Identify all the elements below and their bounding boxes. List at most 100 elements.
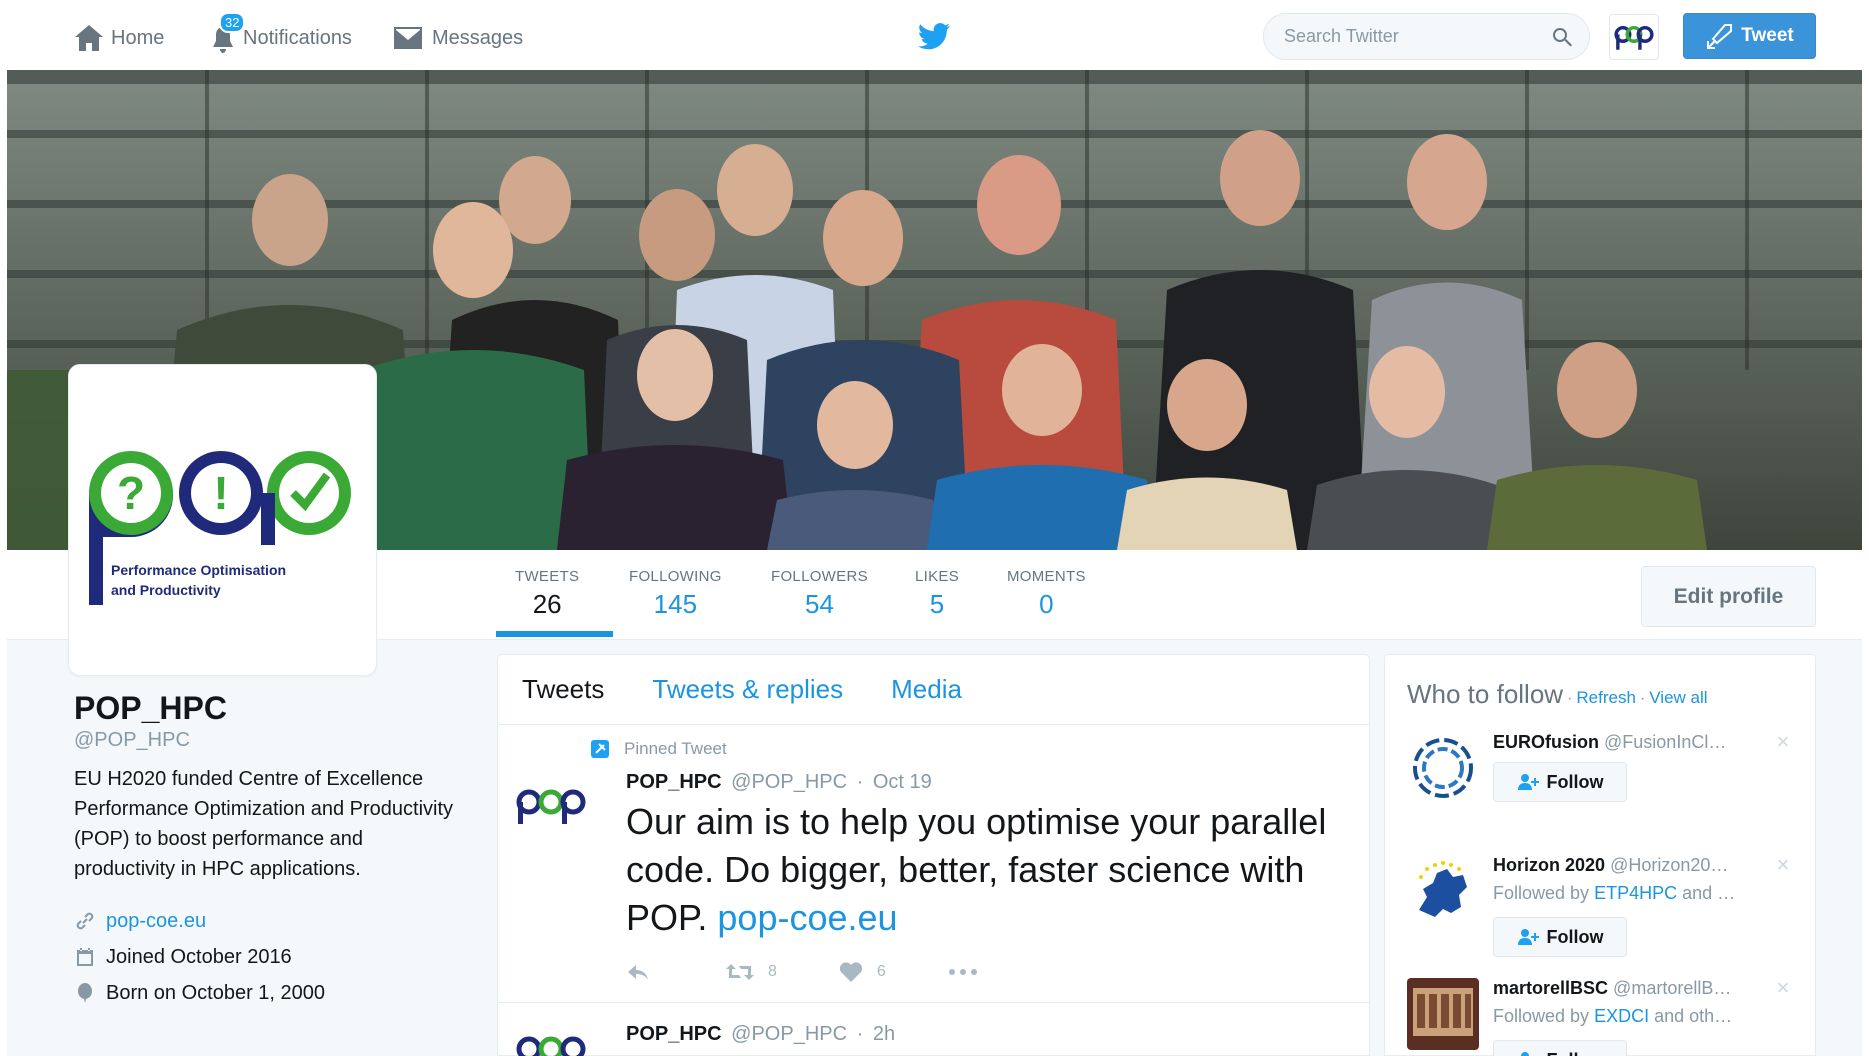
timeline-tweet[interactable]: POP_HPC @POP_HPC · 2h <box>498 1003 1369 1056</box>
stat-following-value: 145 <box>653 589 698 619</box>
profile-website-row: pop-coe.eu <box>74 908 474 934</box>
pop-logo-small <box>1614 25 1654 50</box>
stat-followers-label: FOLLOWERS <box>771 568 868 585</box>
more-dots-icon <box>948 969 977 975</box>
followed-by-suffix: and … <box>1682 883 1736 903</box>
follow-label: Follow <box>1547 1050 1604 1056</box>
retweet-button[interactable]: 8 <box>726 962 777 982</box>
tweet-timestamp[interactable]: Oct 19 <box>873 771 932 793</box>
suggestion-avatar-horizon2020[interactable] <box>1407 855 1479 927</box>
tweet-text: Our aim is to help you optimise your par… <box>626 798 1345 942</box>
stat-followers[interactable]: FOLLOWERS 54 <box>771 568 868 620</box>
profile-name[interactable]: POP_HPC <box>74 690 474 727</box>
search-icon[interactable] <box>1551 26 1573 48</box>
more-button[interactable] <box>948 968 992 976</box>
tweet-author-handle[interactable]: @POP_HPC <box>731 771 847 793</box>
suggestion-handle: @FusionInCl… <box>1604 732 1727 752</box>
tweet-author-avatar[interactable] <box>515 1027 587 1056</box>
tweet-author-name[interactable]: POP_HPC <box>626 1023 722 1045</box>
followed-by-link[interactable]: ETP4HPC <box>1594 883 1677 903</box>
logo-text-line1: Performance Optimisation <box>111 562 286 578</box>
stat-moments[interactable]: MOMENTS 0 <box>1007 568 1086 620</box>
calendar-icon <box>77 948 93 966</box>
follow-button[interactable]: Follow <box>1493 1040 1627 1056</box>
timeline-tabs: Tweets Tweets & replies Media <box>498 655 1369 725</box>
tweet-author-name[interactable]: POP_HPC <box>626 771 722 793</box>
compose-tweet-button[interactable]: Tweet <box>1683 13 1816 59</box>
edit-profile-button[interactable]: Edit profile <box>1641 566 1816 627</box>
profile-joined-row: Joined October 2016 <box>74 944 474 970</box>
follow-person-icon <box>1517 929 1539 945</box>
nav-notifications[interactable]: 32 Notifications <box>207 12 352 58</box>
tweet-dot-separator: · <box>856 771 864 793</box>
svg-text:!: ! <box>213 467 228 519</box>
nav-home[interactable]: Home <box>73 18 164 58</box>
stat-followers-value: 54 <box>804 589 834 619</box>
dismiss-suggestion-icon[interactable]: × <box>1773 977 1793 999</box>
pop-logo-tweet-avatar <box>516 789 586 824</box>
follow-person-icon <box>1517 774 1539 790</box>
suggestion-name-row[interactable]: EUROfusion @FusionInCl… <box>1493 732 1773 753</box>
stat-moments-value: 0 <box>1039 589 1054 619</box>
refresh-link[interactable]: Refresh <box>1576 688 1636 708</box>
stat-tweets-value: 26 <box>532 589 562 619</box>
eurofusion-logo <box>1407 732 1479 804</box>
top-navigation: Home 32 Notifications Messages Tweet <box>0 0 1869 70</box>
profile-bio: EU H2020 funded Centre of Excellence Per… <box>74 768 454 880</box>
tab-tweets[interactable]: Tweets <box>522 674 604 705</box>
like-count: 6 <box>876 963 886 980</box>
suggestion-avatar-eurofusion[interactable] <box>1407 732 1479 804</box>
compose-tweet-label: Tweet <box>1741 25 1794 46</box>
account-avatar[interactable] <box>1609 14 1659 60</box>
pinned-tweet[interactable]: Pinned Tweet POP_HPC @POP_HPC · Oct 19 O… <box>498 725 1369 1003</box>
home-icon <box>75 25 103 51</box>
stat-following[interactable]: FOLLOWING 145 <box>629 568 722 620</box>
tweet-link[interactable]: pop-coe.eu <box>717 897 897 938</box>
stat-likes-label: LIKES <box>915 568 960 585</box>
search-input[interactable] <box>1284 26 1551 47</box>
reply-button[interactable] <box>626 962 664 982</box>
search-box[interactable] <box>1263 13 1590 60</box>
profile-born-row: Born on October 1, 2000 <box>74 980 474 1006</box>
suggestion-name-row[interactable]: martorellBSC @martorellB… <box>1493 978 1773 999</box>
suggestion-name-row[interactable]: Horizon 2020 @Horizon20… <box>1493 855 1773 876</box>
view-all-link[interactable]: View all <box>1649 688 1707 708</box>
separator-dot: · <box>1639 690 1646 707</box>
reply-icon <box>628 965 648 980</box>
follow-button[interactable]: Follow <box>1493 762 1627 802</box>
compose-quill-icon <box>1707 24 1733 49</box>
who-to-follow-header: Who to follow · Refresh · View all <box>1407 679 1793 710</box>
followed-by-link[interactable]: EXDCI <box>1594 1006 1649 1026</box>
stat-moments-label: MOMENTS <box>1007 568 1086 585</box>
svg-text:?: ? <box>117 467 145 519</box>
dismiss-suggestion-icon[interactable]: × <box>1773 854 1793 876</box>
stat-likes[interactable]: LIKES 5 <box>915 568 959 620</box>
profile-avatar[interactable]: ? ! Performance Optimisation and Product… <box>68 364 377 676</box>
follow-suggestion: EUROfusion @FusionInCl… × Follow <box>1407 724 1793 847</box>
like-button[interactable]: 6 <box>839 961 886 983</box>
stat-tweets[interactable]: TWEETS 26 <box>515 568 579 620</box>
who-to-follow-title: Who to follow <box>1407 679 1564 709</box>
tweet-author-handle[interactable]: @POP_HPC <box>731 1023 847 1045</box>
tab-tweets-and-replies[interactable]: Tweets & replies <box>652 674 843 705</box>
logo-text-line2: and Productivity <box>111 582 221 598</box>
tweet-author-avatar[interactable] <box>515 780 587 830</box>
pinned-label: Pinned Tweet <box>624 739 727 758</box>
twitter-bird-icon[interactable] <box>917 22 951 52</box>
tab-media[interactable]: Media <box>891 674 962 705</box>
suggestion-followed-by: Followed by EXDCI and oth… <box>1493 1006 1763 1027</box>
suggestion-avatar-martorellbsc[interactable] <box>1407 978 1479 1050</box>
profile-website-link[interactable]: pop-coe.eu <box>106 910 206 933</box>
dismiss-suggestion-icon[interactable]: × <box>1773 731 1793 753</box>
suggestion-followed-by: Followed by ETP4HPC and … <box>1493 883 1763 904</box>
retweet-count: 8 <box>768 963 777 980</box>
nav-messages[interactable]: Messages <box>392 18 523 58</box>
pinned-indicator: Pinned Tweet <box>590 739 1345 759</box>
separator-dot: · <box>1567 690 1573 707</box>
who-to-follow: Who to follow · Refresh · View all EUROf… <box>1384 654 1816 1056</box>
profile-handle[interactable]: @POP_HPC <box>74 729 474 752</box>
follow-button[interactable]: Follow <box>1493 917 1627 957</box>
pop-logo: ? ! Performance Optimisation and Product… <box>89 451 351 605</box>
tweet-timestamp[interactable]: 2h <box>873 1023 895 1045</box>
stat-following-label: FOLLOWING <box>629 568 722 585</box>
